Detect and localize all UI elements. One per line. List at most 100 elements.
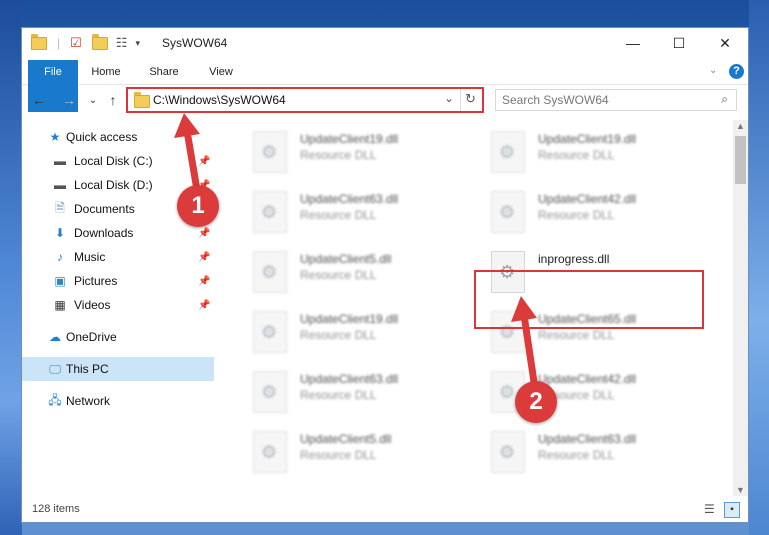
sidebar-item-label: Local Disk (C:)	[74, 154, 153, 168]
sidebar-item-quick-access[interactable]: ★ Quick access	[22, 125, 214, 149]
sidebar-item-label: Pictures	[74, 274, 118, 288]
pin-icon[interactable]: 📌	[198, 252, 210, 263]
pictures-icon: ▣	[54, 274, 66, 288]
file-type: Resource DLL	[538, 208, 615, 222]
dll-file-icon	[253, 431, 287, 473]
downloads-icon: ⬇	[54, 226, 66, 240]
dll-file-icon	[491, 131, 525, 173]
dll-file-icon	[253, 131, 287, 173]
folder-icon	[134, 92, 150, 108]
file-type: Resource DLL	[538, 448, 615, 462]
address-bar[interactable]: C:\Windows\SysWOW64 ⌄ ↻	[126, 87, 484, 113]
file-item[interactable]: UpdateClient42.dll Resource DLL	[464, 366, 694, 418]
file-type: Resource DLL	[300, 148, 377, 162]
properties-icon[interactable]: ☑	[70, 35, 82, 51]
sidebar-item-label: Videos	[74, 298, 111, 312]
file-name: UpdateClient63.dll	[538, 432, 637, 446]
videos-icon: ▦	[54, 298, 66, 312]
navigation-pane: ★ Quick access ▬ Local Disk (C:) 📌 ▬ Loc…	[22, 120, 214, 512]
tab-view[interactable]: View	[205, 60, 237, 84]
file-item[interactable]: UpdateClient42.dll Resource DLL	[464, 186, 694, 238]
file-name: UpdateClient19.dll	[300, 132, 399, 146]
large-icons-view-icon[interactable]: ▪	[724, 502, 740, 518]
pin-icon[interactable]: 📌	[198, 276, 210, 287]
file-item[interactable]: UpdateClient63.dll Resource DLL	[464, 426, 694, 478]
dll-file-icon	[253, 371, 287, 413]
separator: |	[57, 36, 61, 50]
refresh-icon[interactable]: ↻	[465, 91, 476, 107]
sidebar-item-label: Network	[66, 394, 111, 408]
drive-icon: ▬	[54, 178, 66, 192]
address-dropdown-icon[interactable]: ⌄	[444, 91, 454, 105]
highlight-box	[474, 270, 704, 329]
file-item[interactable]: UpdateClient19.dll Resource DLL	[226, 306, 456, 358]
scroll-down-icon[interactable]: ▼	[736, 485, 745, 495]
file-explorer-window: | ☑ ☷ ▾ SysWOW64 — ☐ ✕ File Home Share V…	[22, 28, 748, 522]
title-bar: | ☑ ☷ ▾ SysWOW64 — ☐ ✕	[22, 28, 748, 60]
back-arrow-icon[interactable]: ←	[30, 91, 48, 109]
file-name: UpdateClient19.dll	[300, 312, 399, 326]
file-name: UpdateClient5.dll	[300, 432, 392, 446]
pin-icon[interactable]: 📌	[198, 156, 210, 167]
item-count: 128 items	[32, 503, 80, 515]
details-view-icon[interactable]: ☰	[704, 502, 715, 516]
tab-share[interactable]: Share	[146, 60, 182, 84]
pin-icon[interactable]: 📌	[198, 300, 210, 311]
minimize-button[interactable]: —	[610, 28, 656, 58]
search-input[interactable]: Search SysWOW64 ⌕	[495, 89, 737, 111]
up-arrow-icon[interactable]: ↑	[104, 91, 122, 109]
file-type: Resource DLL	[300, 448, 377, 462]
sidebar-item-onedrive[interactable]: ☁ OneDrive	[22, 325, 214, 349]
help-icon[interactable]: ?	[729, 64, 744, 79]
drive-icon: ▬	[54, 154, 66, 168]
sidebar-item-downloads[interactable]: ⬇ Downloads 📌	[22, 221, 214, 245]
file-item[interactable]: UpdateClient19.dll Resource DLL	[226, 126, 456, 178]
star-icon: ★	[49, 130, 61, 144]
status-bar: 128 items ☰ ▪	[22, 498, 748, 522]
recent-locations-icon[interactable]: ⌄	[84, 91, 102, 109]
maximize-button[interactable]: ☐	[656, 28, 702, 58]
documents-icon: 🗎	[55, 200, 65, 215]
scrollbar-thumb[interactable]	[735, 136, 746, 184]
dll-file-icon	[253, 311, 287, 353]
sidebar-item-videos[interactable]: ▦ Videos 📌	[22, 293, 214, 317]
close-button[interactable]: ✕	[702, 28, 748, 58]
sidebar-item-local-disk-c[interactable]: ▬ Local Disk (C:) 📌	[22, 149, 214, 173]
file-name: inprogress.dll	[538, 252, 610, 266]
file-item[interactable]: UpdateClient63.dll Resource DLL	[226, 186, 456, 238]
sidebar-item-music[interactable]: ♪ Music 📌	[22, 245, 214, 269]
file-name: UpdateClient19.dll	[538, 132, 637, 146]
search-icon[interactable]: ⌕	[721, 92, 728, 107]
forward-arrow-icon[interactable]: →	[60, 91, 78, 109]
file-type: Resource DLL	[300, 268, 377, 282]
dll-file-icon	[253, 251, 287, 293]
sidebar-item-pictures[interactable]: ▣ Pictures 📌	[22, 269, 214, 293]
file-item[interactable]: UpdateClient5.dll Resource DLL	[226, 426, 456, 478]
search-placeholder: Search SysWOW64	[502, 93, 609, 107]
file-item[interactable]: UpdateClient5.dll Resource DLL	[226, 246, 456, 298]
sidebar-item-label: Local Disk (D:)	[74, 178, 153, 192]
tab-home[interactable]: Home	[88, 60, 124, 84]
pin-icon[interactable]: 📌	[198, 228, 210, 239]
dll-file-icon	[491, 431, 525, 473]
new-folder-icon[interactable]	[91, 33, 108, 50]
step-marker-1: 1	[177, 185, 219, 227]
file-item[interactable]: UpdateClient63.dll Resource DLL	[226, 366, 456, 418]
music-icon: ♪	[57, 250, 63, 264]
computer-icon: 🖵	[49, 361, 61, 376]
customize-toolbar-icon[interactable]: ▾	[135, 38, 140, 49]
sidebar-item-label: This PC	[66, 362, 109, 376]
view-options-icon[interactable]: ☷	[116, 35, 128, 51]
navigation-bar: ← → ⌄ ↑ C:\Windows\SysWOW64 ⌄ ↻ Search S…	[22, 85, 748, 115]
expand-ribbon-icon[interactable]: ⌄	[709, 65, 717, 76]
file-type: Resource DLL	[300, 328, 377, 342]
vertical-scrollbar[interactable]: ▲ ▼	[733, 120, 748, 496]
quick-access-toolbar: | ☑ ☷ ▾	[31, 33, 140, 51]
file-name: UpdateClient5.dll	[300, 252, 392, 266]
file-item[interactable]: UpdateClient19.dll Resource DLL	[464, 126, 694, 178]
ribbon-tabs: File Home Share View ⌄ ?	[22, 60, 748, 112]
sidebar-item-network[interactable]: 🖧 Network	[22, 389, 214, 413]
sidebar-item-this-pc[interactable]: 🖵 This PC	[22, 357, 214, 381]
scroll-up-icon[interactable]: ▲	[736, 121, 745, 131]
network-icon: 🖧	[48, 392, 62, 407]
